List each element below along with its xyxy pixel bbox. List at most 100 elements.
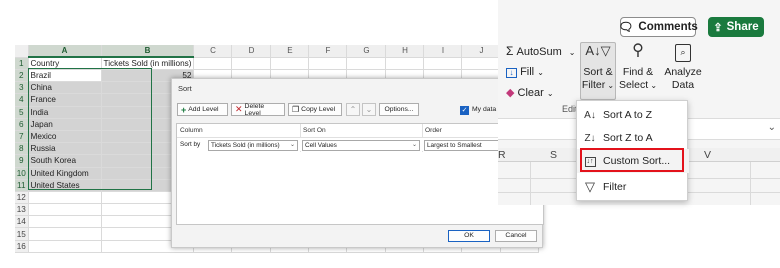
row-header[interactable]: 7 bbox=[15, 130, 29, 144]
chevron-down-icon: ⌄ bbox=[546, 89, 554, 98]
my-data-headers-checkbox[interactable]: ✓ bbox=[460, 106, 469, 115]
row-header[interactable]: 16 bbox=[15, 240, 29, 253]
cell[interactable] bbox=[193, 57, 233, 70]
cell[interactable] bbox=[346, 57, 387, 70]
comments-button[interactable]: 🗨 Comments bbox=[618, 17, 698, 37]
row-header[interactable]: 12 bbox=[15, 191, 29, 205]
cell[interactable]: United States bbox=[28, 179, 102, 192]
column-header-v[interactable]: V bbox=[704, 149, 711, 161]
column-header-h[interactable]: H bbox=[385, 45, 425, 58]
gridline bbox=[750, 162, 751, 205]
options-button[interactable]: Options... bbox=[379, 103, 419, 116]
row-header[interactable]: 13 bbox=[15, 203, 29, 217]
share-button[interactable]: ⇪ Share bbox=[708, 17, 764, 37]
row-header[interactable]: 3 bbox=[15, 81, 29, 95]
row-header[interactable]: 11 bbox=[15, 179, 29, 192]
column-header-row: A B C D E F G H I J K bbox=[15, 45, 540, 58]
cell[interactable] bbox=[28, 215, 102, 229]
sort-a-to-z-item[interactable]: A↓ Sort A to Z bbox=[577, 103, 689, 127]
sheet-row: 1 Country Tickets Sold (in millions) bbox=[15, 57, 540, 70]
share-label: Share bbox=[726, 21, 759, 33]
column-header-a[interactable]: A bbox=[28, 45, 102, 58]
cell[interactable] bbox=[28, 240, 102, 253]
column-header-j[interactable]: J bbox=[461, 45, 502, 58]
fill-down-icon: ↓ bbox=[506, 68, 517, 78]
custom-sort-highlight bbox=[580, 148, 684, 172]
sort-descending-icon: Z↓ bbox=[584, 132, 596, 144]
column-header-s[interactable]: S bbox=[550, 149, 557, 161]
fill-button[interactable]: ↓ Fill ⌄ bbox=[506, 66, 544, 78]
plus-icon: + bbox=[181, 104, 187, 115]
delete-x-icon: ✕ bbox=[235, 104, 243, 114]
sort-a-to-z-label: Sort A to Z bbox=[603, 109, 653, 121]
cell[interactable]: Mexico bbox=[28, 130, 102, 144]
move-down-button[interactable]: ⌄ bbox=[362, 103, 376, 116]
cell[interactable]: China bbox=[28, 81, 102, 95]
column-header-e[interactable]: E bbox=[270, 45, 310, 58]
cell[interactable] bbox=[308, 57, 348, 70]
column-header-i[interactable]: I bbox=[423, 45, 463, 58]
find-select-button[interactable]: ⚲ Find & Select ⌄ bbox=[618, 43, 658, 92]
column-header-b[interactable]: B bbox=[101, 45, 195, 58]
row-header[interactable]: 6 bbox=[15, 118, 29, 131]
row-header[interactable]: 5 bbox=[15, 106, 29, 119]
row-header[interactable]: 15 bbox=[15, 227, 29, 241]
cell[interactable]: Country bbox=[28, 57, 102, 70]
cell[interactable] bbox=[28, 203, 102, 217]
filter-item[interactable]: ▽ Filter bbox=[577, 175, 689, 199]
cell[interactable]: Tickets Sold (in millions) bbox=[101, 57, 195, 70]
clear-button[interactable]: ◆ Clear ⌄ bbox=[506, 86, 554, 99]
row-header[interactable]: 1 bbox=[15, 57, 29, 70]
row-header[interactable]: 8 bbox=[15, 142, 29, 156]
cancel-button[interactable]: Cancel bbox=[495, 230, 537, 242]
gridline bbox=[530, 162, 531, 205]
cell[interactable] bbox=[461, 57, 502, 70]
sort-z-to-a-label: Sort Z to A bbox=[603, 132, 653, 144]
row-header[interactable]: 2 bbox=[15, 69, 29, 83]
row-header[interactable]: 10 bbox=[15, 167, 29, 180]
select-all-corner[interactable] bbox=[15, 45, 29, 58]
cell[interactable] bbox=[423, 57, 463, 70]
cell[interactable]: United Kingdom bbox=[28, 167, 102, 180]
column-header-r[interactable]: R bbox=[498, 149, 506, 161]
move-up-button[interactable]: ⌃ bbox=[346, 103, 360, 116]
cell[interactable]: Brazil bbox=[28, 69, 102, 83]
sort-z-to-a-item[interactable]: Z↓ Sort Z to A bbox=[577, 126, 689, 150]
column-header-g[interactable]: G bbox=[346, 45, 387, 58]
column-header-c[interactable]: C bbox=[193, 45, 233, 58]
column-dropdown[interactable]: Tickets Sold (in millions) ⌄ bbox=[208, 140, 298, 151]
ok-button[interactable]: OK bbox=[448, 230, 490, 242]
column-header-f[interactable]: F bbox=[308, 45, 348, 58]
cell[interactable] bbox=[28, 191, 102, 205]
analyze-label-1: Analyze bbox=[664, 66, 702, 78]
filter-label: Filter bbox=[603, 181, 627, 193]
cell[interactable] bbox=[270, 57, 310, 70]
cell[interactable] bbox=[385, 57, 425, 70]
cell[interactable]: France bbox=[28, 93, 102, 107]
cell[interactable]: India bbox=[28, 106, 102, 119]
autosum-label: AutoSum bbox=[516, 46, 562, 58]
sort-on-dropdown[interactable]: Cell Values ⌄ bbox=[302, 140, 420, 151]
row-header[interactable]: 4 bbox=[15, 93, 29, 107]
delete-level-button[interactable]: ✕ Delete Level bbox=[231, 103, 285, 117]
autosum-button[interactable]: Σ AutoSum ⌄ bbox=[506, 44, 576, 58]
cell[interactable]: South Korea bbox=[28, 154, 102, 168]
copy-level-button[interactable]: ❐ Copy Level bbox=[288, 103, 342, 116]
add-level-button[interactable]: + Add Level bbox=[177, 103, 228, 116]
cell[interactable]: Russia bbox=[28, 142, 102, 156]
analyze-label-2: Data bbox=[671, 79, 695, 91]
row-header[interactable]: 14 bbox=[15, 215, 29, 229]
cell[interactable] bbox=[231, 57, 272, 70]
find-select-label-2: Select ⌄ bbox=[618, 79, 658, 91]
chevron-down-icon: ⌄ bbox=[365, 105, 373, 114]
chevron-down-icon: ⌄ bbox=[537, 68, 544, 77]
cell[interactable]: Japan bbox=[28, 118, 102, 131]
analyze-data-button[interactable]: ⌕ Analyze Data bbox=[662, 44, 704, 92]
row-header[interactable]: 9 bbox=[15, 154, 29, 168]
clear-label: Clear bbox=[517, 87, 544, 99]
checkmark-icon: ✓ bbox=[461, 107, 468, 114]
copy-level-label: Copy Level bbox=[301, 106, 336, 113]
dialog-title: Sort bbox=[178, 84, 192, 93]
column-header-d[interactable]: D bbox=[231, 45, 272, 58]
cell[interactable] bbox=[28, 227, 102, 241]
